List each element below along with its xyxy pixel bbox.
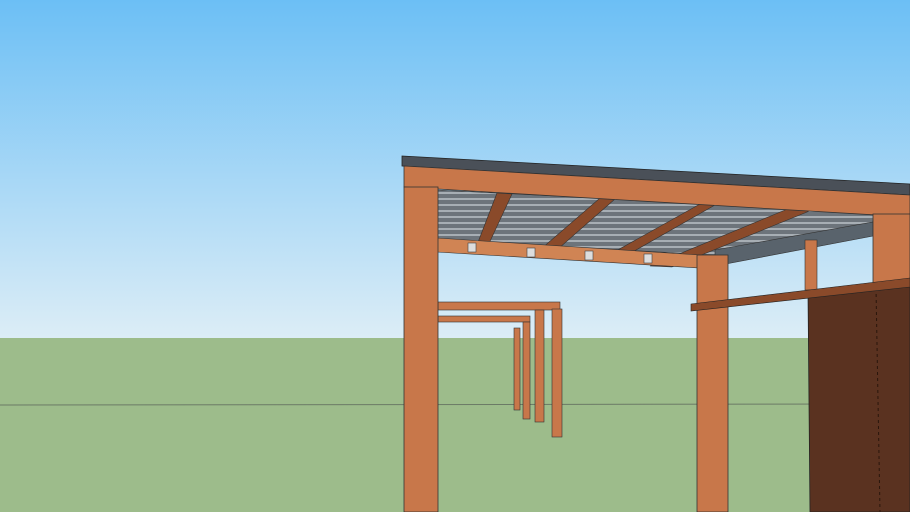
back-post-small <box>804 239 818 291</box>
right-post <box>872 213 910 285</box>
front-post <box>403 186 439 512</box>
middle-post <box>696 254 729 512</box>
3d-viewport[interactable] <box>0 0 910 512</box>
ground <box>0 338 910 512</box>
side-panel-wall <box>807 281 910 512</box>
